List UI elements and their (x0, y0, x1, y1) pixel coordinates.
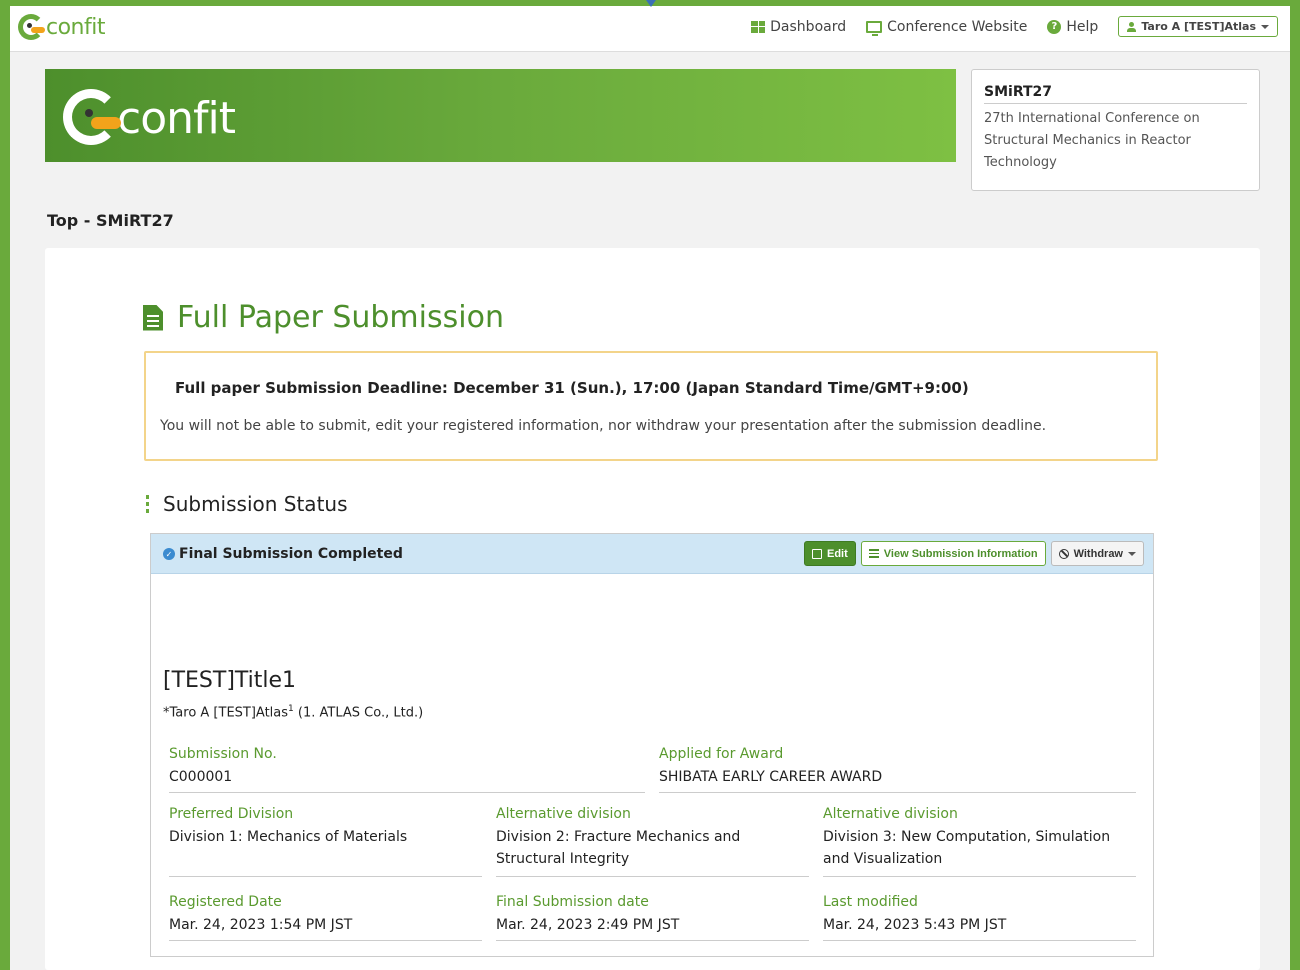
deadline-notice: Full paper Submission Deadline: December… (144, 351, 1158, 461)
dashboard-grid-icon (751, 20, 766, 33)
submission-no-label: Submission No. (169, 746, 277, 762)
nav-links: Dashboard Conference Website ? Help Taro… (751, 16, 1278, 37)
edit-icon (811, 548, 822, 559)
registered-date-value: Mar. 24, 2023 1:54 PM JST (169, 917, 353, 933)
section-title-text: Submission Status (163, 492, 348, 516)
ban-icon (1058, 548, 1069, 559)
alternative-division-label-2: Alternative division (823, 806, 958, 822)
chevron-down-icon (1261, 24, 1269, 29)
banner-logo-text: confit (117, 92, 236, 144)
preferred-division-value: Division 1: Mechanics of Materials (169, 829, 408, 845)
conference-info-box: SMiRT27 27th International Conference on… (971, 69, 1260, 191)
nav-help-link[interactable]: ? Help (1047, 19, 1098, 35)
last-modified-label: Last modified (823, 894, 918, 910)
chevron-down-icon (1128, 551, 1136, 556)
submission-status-card: ✓ Final Submission Completed Edit View S… (150, 533, 1154, 957)
user-menu-label: Taro A [TEST]Atlas (1141, 20, 1256, 33)
withdraw-button-label: Withdraw (1073, 547, 1123, 560)
status-actions: Edit View Submission Information Withdra… (803, 541, 1144, 566)
user-icon (1127, 21, 1137, 32)
page-title: Full Paper Submission (143, 300, 504, 335)
monitor-icon (866, 20, 883, 36)
submission-no-value: C000001 (169, 769, 233, 785)
nav-conference-website-link[interactable]: Conference Website (866, 18, 1028, 36)
vertical-dots-icon (146, 495, 149, 513)
final-submission-date-field: Final Submission date Mar. 24, 2023 2:49… (496, 894, 809, 941)
author-line: *Taro A [TEST]Atlas1 (1. ATLAS Co., Ltd.… (163, 704, 423, 720)
preferred-division-field: Preferred Division Division 1: Mechanics… (169, 806, 482, 877)
notice-message: You will not be able to submit, edit you… (160, 418, 1047, 434)
conference-abbr: SMiRT27 (984, 84, 1247, 104)
final-submission-date-label: Final Submission date (496, 894, 649, 910)
top-navbar: confit Dashboard Conference Website ? He… (10, 6, 1290, 52)
alternative-division-label-1: Alternative division (496, 806, 631, 822)
confit-duck-logo-icon (18, 12, 48, 42)
logo-text: confit (46, 14, 105, 40)
registered-date-field: Registered Date Mar. 24, 2023 1:54 PM JS… (169, 894, 482, 941)
user-menu-button[interactable]: Taro A [TEST]Atlas (1118, 16, 1278, 37)
alternative-division-field-1: Alternative division Division 2: Fractur… (496, 806, 809, 877)
status-badge: ✓ Final Submission Completed (163, 546, 403, 562)
confit-logo-link[interactable]: confit (18, 12, 105, 42)
nav-dashboard-link[interactable]: Dashboard (751, 19, 846, 35)
page-title-text: Full Paper Submission (177, 300, 504, 335)
view-submission-info-button[interactable]: View Submission Information (860, 541, 1046, 566)
view-submission-info-label: View Submission Information (883, 547, 1038, 560)
author-affiliation: (1. ATLAS Co., Ltd.) (293, 705, 424, 721)
last-modified-value: Mar. 24, 2023 5:43 PM JST (823, 917, 1007, 933)
preferred-division-label: Preferred Division (169, 806, 294, 822)
nav-help-label: Help (1066, 18, 1099, 35)
help-icon: ? (1047, 19, 1062, 34)
alternative-division-field-2: Alternative division Division 3: New Com… (823, 806, 1136, 877)
notice-deadline: Full paper Submission Deadline: December… (175, 379, 969, 397)
panel-gap (12, 444, 45, 463)
withdraw-dropdown-button[interactable]: Withdraw (1050, 541, 1144, 566)
final-submission-date-value: Mar. 24, 2023 2:49 PM JST (496, 917, 680, 933)
breadcrumb: Top - SMiRT27 (47, 211, 174, 230)
top-pointer-arrow (646, 0, 656, 7)
alternative-division-value-1: Division 2: Fracture Mechanics and Struc… (496, 829, 741, 867)
section-title: Submission Status (146, 492, 348, 516)
author-name: *Taro A [TEST]Atlas (163, 705, 289, 721)
paper-title: [TEST]Title1 (163, 668, 297, 693)
nav-conference-website-label: Conference Website (887, 18, 1028, 35)
banner-logo: confit (63, 87, 236, 149)
registered-date-label: Registered Date (169, 894, 282, 910)
edit-button-label: Edit (826, 547, 848, 560)
check-circle-icon: ✓ (163, 548, 175, 560)
conference-name: 27th International Conference on Structu… (984, 111, 1200, 170)
conference-banner: confit (45, 69, 956, 162)
applied-award-field: Applied for Award SHIBATA EARLY CAREER A… (659, 746, 1136, 793)
file-text-icon (143, 304, 163, 331)
status-label-text: Final Submission Completed (179, 546, 403, 562)
edit-button[interactable]: Edit (803, 541, 856, 566)
status-header: ✓ Final Submission Completed Edit View S… (151, 534, 1153, 574)
applied-award-label: Applied for Award (659, 746, 784, 762)
list-icon (868, 549, 879, 558)
last-modified-field: Last modified Mar. 24, 2023 5:43 PM JST (823, 894, 1136, 941)
submission-no-field: Submission No. C000001 (169, 746, 645, 793)
applied-award-value: SHIBATA EARLY CAREER AWARD (659, 769, 883, 785)
confit-duck-banner-icon (63, 87, 125, 149)
nav-dashboard-label: Dashboard (770, 18, 847, 35)
alternative-division-value-2: Division 3: New Computation, Simulation … (823, 829, 1111, 867)
